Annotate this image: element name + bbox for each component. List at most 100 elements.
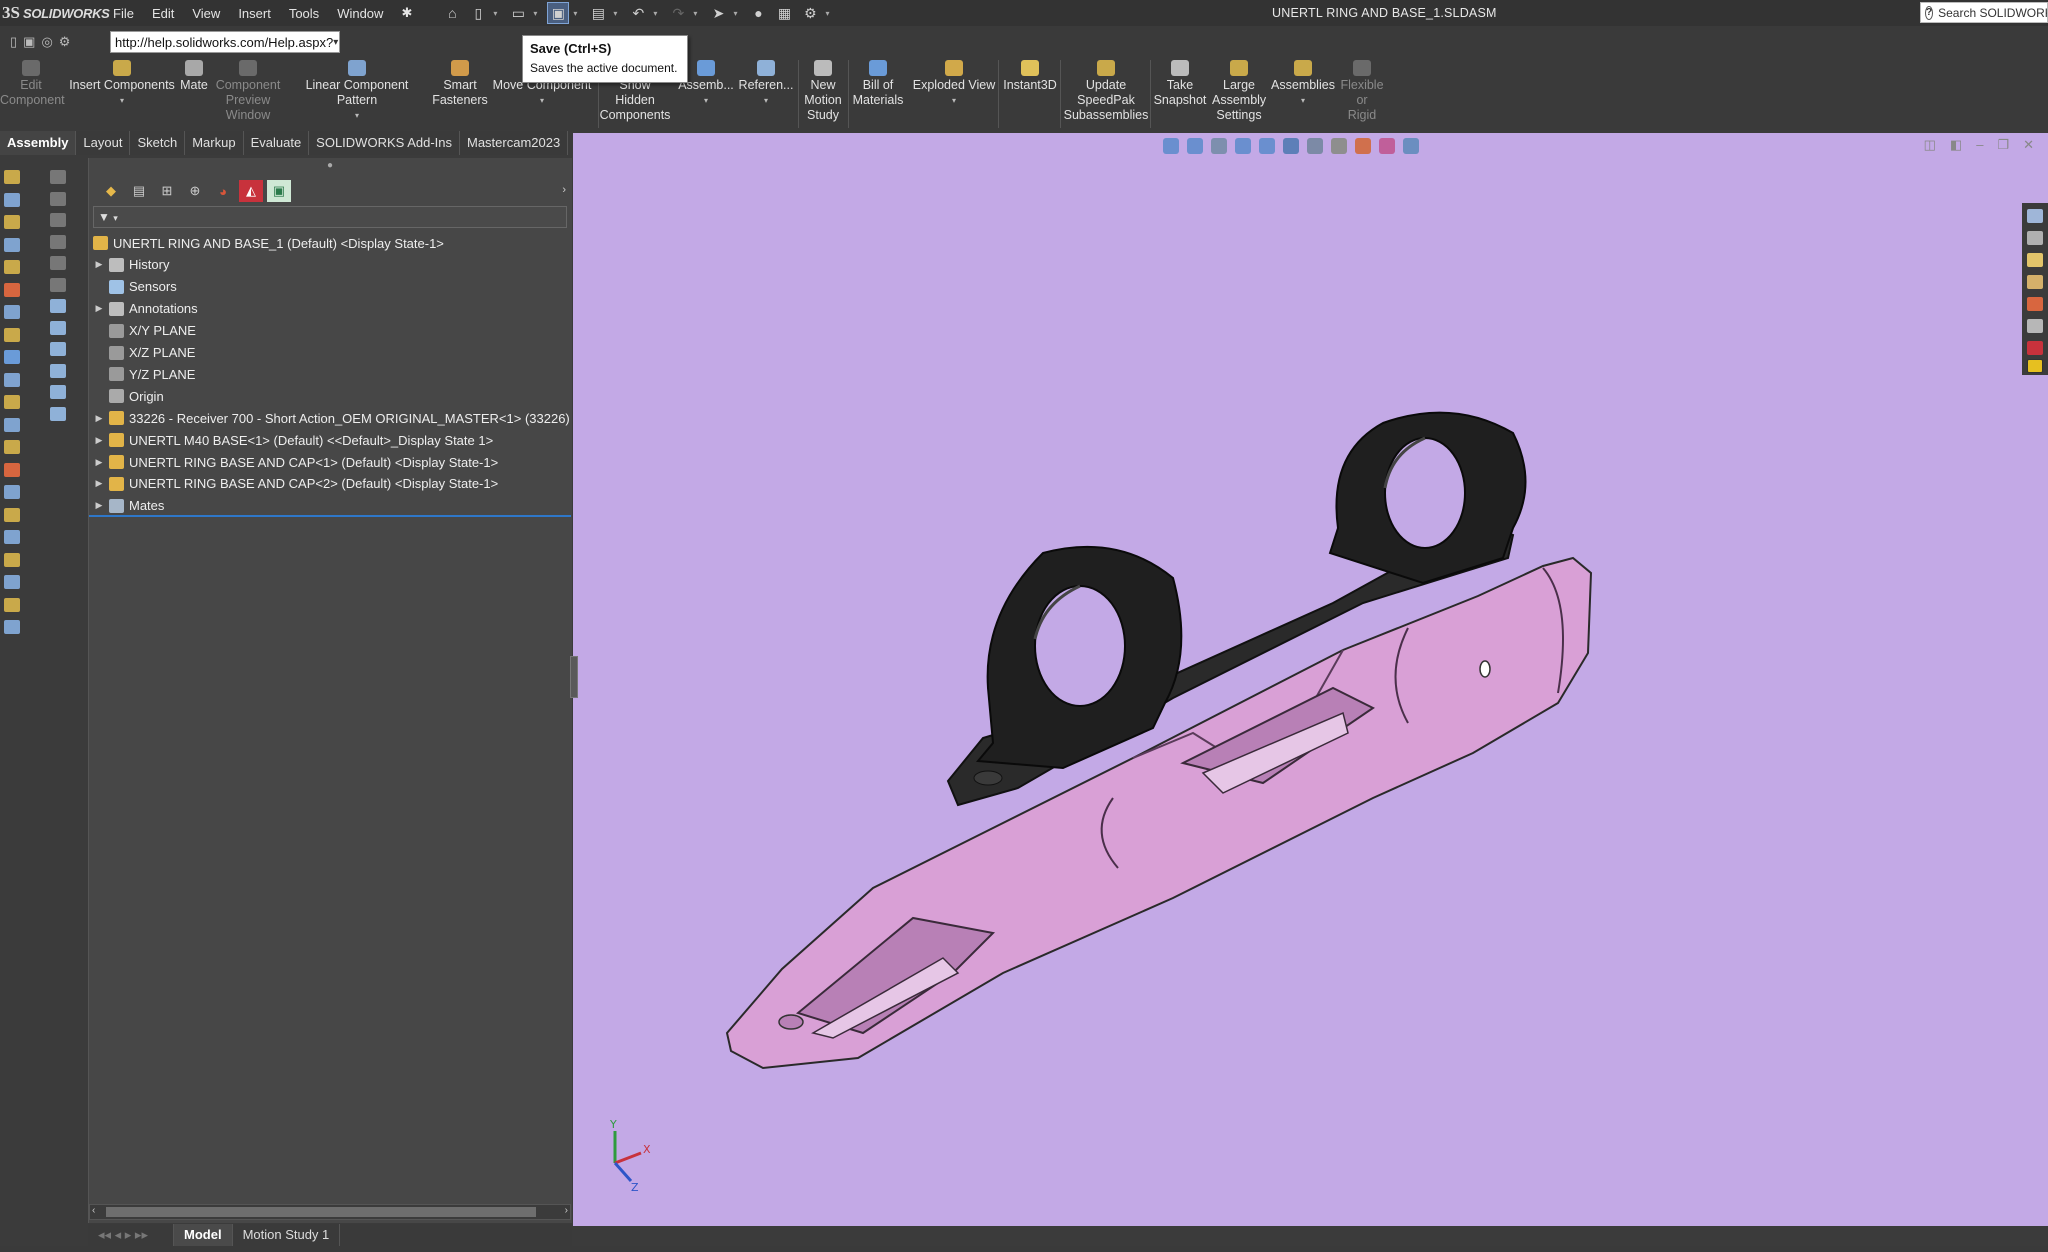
left-toolbar-tool-icon[interactable] <box>4 530 20 544</box>
tree-root-assembly[interactable]: UNERTL RING AND BASE_1 (Default) <Displa… <box>93 232 444 254</box>
tab-scroll-arrows[interactable]: ◂◂ ◂ ▸ ▸▸ <box>88 1224 174 1246</box>
file-explorer-icon[interactable] <box>2027 253 2043 267</box>
command-smart-fasteners[interactable]: Smart Fasteners <box>430 60 490 108</box>
tree-item[interactable]: Sensors <box>93 276 177 298</box>
panel-grip-icon[interactable]: ● <box>327 160 333 171</box>
left-toolbar-tool-icon[interactable] <box>4 552 20 567</box>
chevron-down-icon[interactable]: ▾ <box>573 9 577 18</box>
cam-tab-icon[interactable]: ◭ <box>239 180 263 202</box>
save-icon[interactable]: ▣ <box>547 2 570 24</box>
command-update-speedpak-subassemblies[interactable]: Update SpeedPak Subassemblies <box>1062 60 1150 123</box>
chevron-down-icon[interactable]: ▾ <box>912 93 996 108</box>
chevron-down-icon[interactable]: ▾ <box>1270 93 1336 108</box>
expand-arrow-icon[interactable]: ▶ <box>93 500 105 511</box>
horizontal-scrollbar[interactable]: ‹ › <box>89 1204 571 1220</box>
front-scope-ring[interactable] <box>975 545 1183 770</box>
left-toolbar-tool-icon[interactable] <box>4 507 20 522</box>
tree-item[interactable]: ▶ Annotations <box>93 298 198 320</box>
custom-properties-icon[interactable] <box>2027 319 2043 333</box>
left-toolbar-tool-icon[interactable] <box>4 440 20 454</box>
left-toolbar-tool-icon[interactable] <box>4 327 20 342</box>
tab-mastercam[interactable]: Mastercam2023 <box>460 131 569 155</box>
tree-filter[interactable]: ▼ ▾ <box>93 206 567 228</box>
tree-item[interactable]: Y/Z PLANE <box>93 363 195 385</box>
view-palette-icon[interactable] <box>2027 275 2043 289</box>
tab-evaluate[interactable]: Evaluate <box>244 131 310 155</box>
solidworks-resources-icon[interactable] <box>2027 209 2043 223</box>
menu-window[interactable]: Window <box>328 6 392 21</box>
command-take-snapshot[interactable]: Take Snapshot <box>1152 60 1208 108</box>
tree-item[interactable]: ▶ 33226 - Receiver 700 - Short Action_OEM… <box>93 407 586 429</box>
chevron-down-icon[interactable]: ▾ <box>678 93 734 108</box>
left-toolbar-2-tool-icon[interactable] <box>50 213 66 227</box>
open-icon[interactable]: ▭ <box>507 2 529 24</box>
dimxpert-tab-icon[interactable]: ⊕ <box>183 180 207 202</box>
left-toolbar-tool-icon[interactable] <box>4 597 20 612</box>
chevron-down-icon[interactable]: ▾ <box>492 93 592 108</box>
cam-task-icon[interactable] <box>2027 341 2043 355</box>
left-toolbar-tool-icon[interactable] <box>4 462 20 477</box>
select-arrow-icon[interactable]: ➤ <box>707 2 729 24</box>
new-document-icon[interactable]: ▯ <box>467 2 489 24</box>
document-icon[interactable]: ▯ <box>10 34 17 50</box>
scrollbar-thumb[interactable] <box>106 1207 536 1217</box>
tree-item[interactable]: X/Y PLANE <box>93 320 196 342</box>
tab-model[interactable]: Model <box>174 1224 233 1246</box>
file-properties-icon[interactable]: ▦ <box>773 2 795 24</box>
chevron-down-icon[interactable]: ▾ <box>693 9 697 18</box>
left-toolbar-tool-icon[interactable] <box>4 237 20 252</box>
expand-arrow-icon[interactable]: ▶ <box>93 303 105 314</box>
command-flexible-or-rigid[interactable]: Flexible or Rigid <box>1338 60 1386 123</box>
left-toolbar-2-tool-icon[interactable] <box>50 170 66 184</box>
scroll-left-icon[interactable]: ‹ <box>92 1205 95 1216</box>
tab-sketch[interactable]: Sketch <box>130 131 186 155</box>
left-toolbar-2-tool-icon[interactable] <box>50 385 66 399</box>
mastercam-task-icon[interactable] <box>2027 359 2043 373</box>
home-icon[interactable]: ⌂ <box>441 2 463 24</box>
left-toolbar-tool-icon[interactable] <box>4 395 20 409</box>
command-referen[interactable]: Referen... ▾ <box>736 60 796 108</box>
left-toolbar-2-tool-icon[interactable] <box>50 234 66 249</box>
left-toolbar-2-tool-icon[interactable] <box>50 277 66 292</box>
web-icon[interactable]: ◎ <box>41 34 52 50</box>
tab-motion-study[interactable]: Motion Study 1 <box>233 1224 341 1246</box>
expand-arrow-icon[interactable]: ▶ <box>93 478 105 489</box>
command-instant3d[interactable]: Instant3D <box>1000 60 1060 93</box>
tree-item[interactable]: X/Z PLANE <box>93 342 195 364</box>
left-toolbar-tool-icon[interactable] <box>4 260 20 274</box>
left-toolbar-tool-icon[interactable] <box>4 350 20 364</box>
rollback-bar[interactable] <box>89 515 571 517</box>
tree-item[interactable]: Origin <box>93 385 164 407</box>
chevron-right-icon[interactable]: › <box>562 184 566 196</box>
feature-tree-tab-icon[interactable]: ◆ <box>99 180 123 202</box>
expand-arrow-icon[interactable]: ▶ <box>93 435 105 446</box>
graphics-viewport[interactable]: ◫ ◧ – ❐ ✕ Y X Z <box>573 133 2048 1226</box>
display-manager-tab-icon[interactable]: ◕ <box>211 180 235 202</box>
configuration-manager-tab-icon[interactable]: ⊞ <box>155 180 179 202</box>
command-exploded-view[interactable]: Exploded View ▾ <box>912 60 996 108</box>
expand-arrow-icon[interactable]: ▶ <box>93 259 105 270</box>
left-toolbar-tool-icon[interactable] <box>4 192 20 207</box>
command-edit-component[interactable]: Edit Component <box>0 60 65 108</box>
tree-item[interactable]: ▶ UNERTL RING BASE AND CAP<2> (Default) <… <box>93 473 499 495</box>
tree-item[interactable]: ▶ UNERTL M40 BASE<1> (Default) <<Default>… <box>93 429 494 451</box>
pin-icon[interactable]: ✱ <box>392 5 421 21</box>
tab-layout[interactable]: Layout <box>76 131 131 155</box>
options-gear-icon[interactable]: ⚙ <box>799 2 821 24</box>
command-assemblies[interactable]: Assemblies ▾ <box>1270 60 1336 108</box>
chevron-down-icon[interactable]: ▾ <box>736 93 796 108</box>
mastercam-tab-icon[interactable]: ▣ <box>267 180 291 202</box>
command-insert-components[interactable]: Insert Components ▾ <box>68 60 176 108</box>
tab-solidworks-addins[interactable]: SOLIDWORKS Add-Ins <box>309 131 460 155</box>
rebuild-icon[interactable]: ● <box>747 2 769 24</box>
left-toolbar-tool-icon[interactable] <box>4 417 20 432</box>
left-toolbar-2-tool-icon[interactable] <box>50 363 66 378</box>
left-toolbar-tool-icon[interactable] <box>4 215 20 229</box>
appearances-icon[interactable] <box>2027 297 2043 311</box>
command-component-preview-window[interactable]: Component Preview Window <box>212 60 284 123</box>
menu-tools[interactable]: Tools <box>280 6 328 21</box>
left-toolbar-2-tool-icon[interactable] <box>50 299 66 313</box>
chevron-down-icon[interactable]: ▾ <box>68 93 176 108</box>
expand-arrow-icon[interactable]: ▶ <box>93 457 105 468</box>
left-toolbar-tool-icon[interactable] <box>4 620 20 634</box>
